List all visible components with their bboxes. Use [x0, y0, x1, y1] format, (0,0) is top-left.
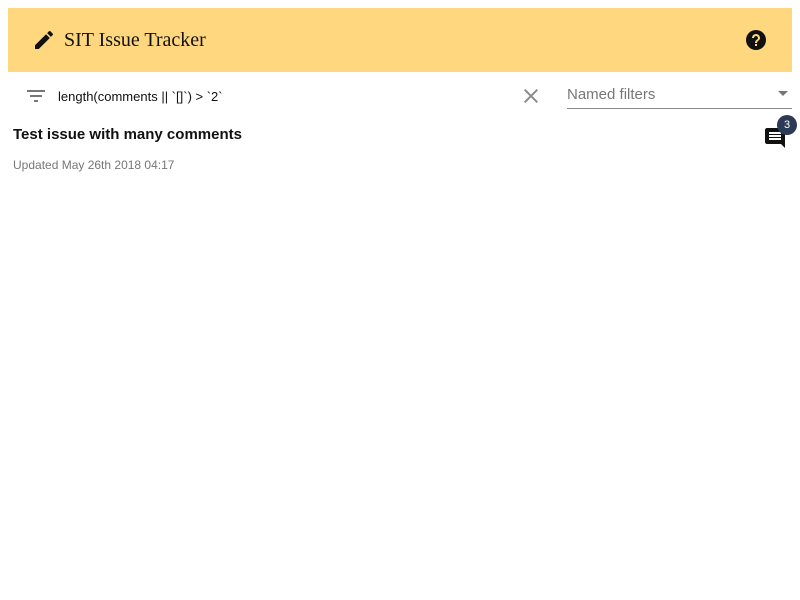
filter-row: Named filters	[8, 80, 792, 116]
edit-icon	[32, 28, 56, 52]
filter-icon	[24, 84, 48, 108]
named-filters-label: Named filters	[567, 86, 656, 103]
comment-count-badge: 3	[777, 115, 797, 135]
app-title: SIT Issue Tracker	[64, 29, 206, 51]
filter-query-input[interactable]	[58, 85, 508, 107]
issue-updated-timestamp: Updated May 26th 2018 04:17	[13, 158, 175, 172]
named-filters-select[interactable]: Named filters	[567, 82, 792, 109]
issue-list-item[interactable]: Test issue with many comments Updated Ma…	[0, 115, 800, 182]
dropdown-arrow-icon	[778, 91, 788, 96]
app-toolbar: SIT Issue Tracker	[8, 8, 792, 72]
page: SIT Issue Tracker Named filters Test iss…	[0, 0, 800, 600]
issue-title: Test issue with many comments	[13, 126, 242, 143]
help-icon[interactable]	[744, 28, 768, 52]
clear-icon[interactable]	[519, 84, 543, 108]
